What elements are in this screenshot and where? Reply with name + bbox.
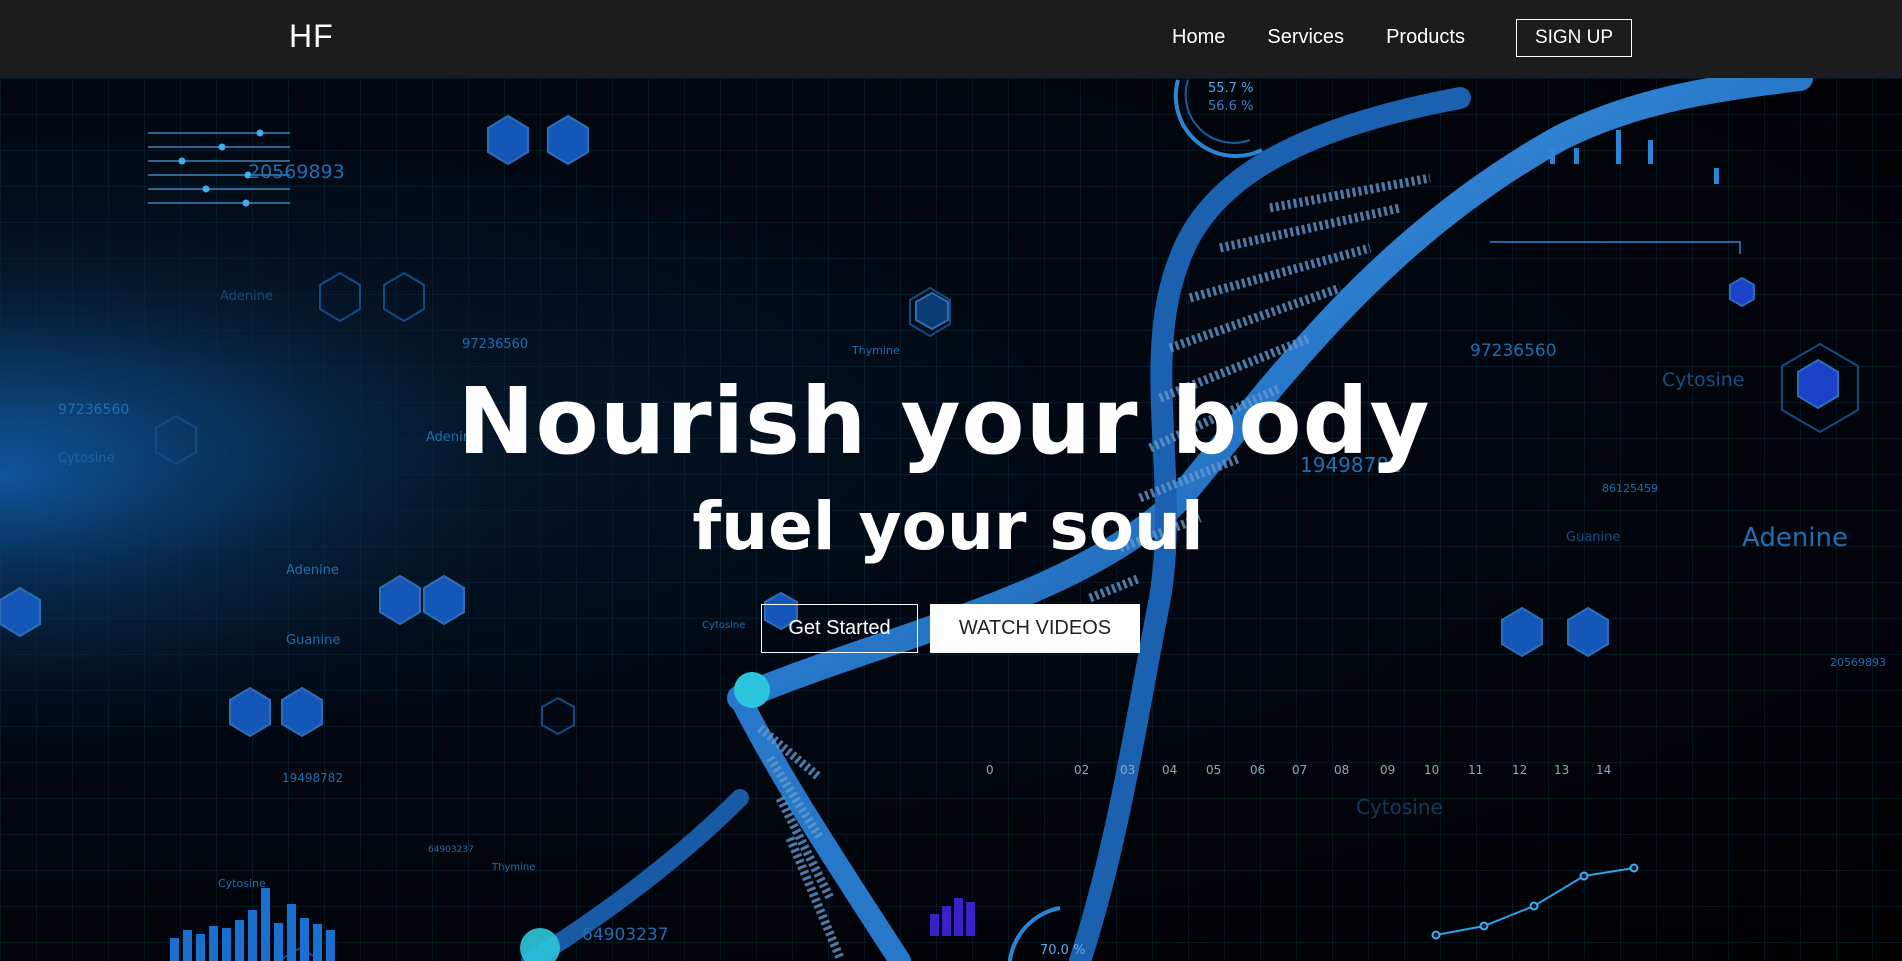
nav-link-services[interactable]: Services <box>1267 26 1344 49</box>
svg-text:10: 10 <box>1424 763 1439 777</box>
svg-text:Thymine: Thymine <box>851 344 900 357</box>
svg-text:Cytosine: Cytosine <box>702 620 745 631</box>
get-started-button[interactable]: Get Started <box>761 604 918 653</box>
svg-text:70.0 %: 70.0 % <box>1040 943 1085 958</box>
top-navbar: HF Home Services Products SIGN UP <box>0 0 1902 78</box>
svg-text:Adenine: Adenine <box>286 563 339 578</box>
svg-text:07: 07 <box>1292 763 1307 777</box>
hero-title: Nourish your body <box>457 368 1431 475</box>
svg-text:97236560: 97236560 <box>1470 341 1557 361</box>
svg-text:08: 08 <box>1334 763 1349 777</box>
svg-text:0: 0 <box>986 763 994 777</box>
svg-text:55.7 %: 55.7 % <box>1208 81 1253 96</box>
svg-text:Thymine: Thymine <box>491 862 535 873</box>
svg-text:06: 06 <box>1250 763 1265 777</box>
svg-text:02: 02 <box>1074 763 1089 777</box>
nav-link-products[interactable]: Products <box>1386 26 1465 49</box>
svg-text:Guanine: Guanine <box>286 633 340 648</box>
svg-text:97236560: 97236560 <box>462 337 528 352</box>
brand-logo[interactable]: HF <box>289 18 334 55</box>
svg-text:20569893: 20569893 <box>1830 656 1886 669</box>
hero-subtitle: fuel your soul <box>692 488 1204 565</box>
svg-text:Cytosine: Cytosine <box>1356 795 1443 819</box>
sign-up-button[interactable]: SIGN UP <box>1516 19 1632 57</box>
svg-text:14: 14 <box>1596 763 1611 777</box>
svg-text:56.6 %: 56.6 % <box>1208 99 1253 114</box>
svg-text:64903237: 64903237 <box>582 925 669 945</box>
svg-text:19498782: 19498782 <box>282 771 343 785</box>
svg-text:20569893: 20569893 <box>248 161 345 183</box>
hero-section: 20569893 97236560 97236560 97236560 1949… <box>0 78 1902 961</box>
svg-text:Adenine: Adenine <box>220 289 273 304</box>
watch-videos-button[interactable]: WATCH VIDEOS <box>930 604 1140 653</box>
svg-text:11: 11 <box>1468 763 1483 777</box>
nav-link-home[interactable]: Home <box>1172 26 1225 49</box>
svg-text:13: 13 <box>1554 763 1569 777</box>
main-nav: Home Services Products <box>1172 26 1507 49</box>
svg-text:04: 04 <box>1162 763 1177 777</box>
svg-text:12: 12 <box>1512 763 1527 777</box>
svg-text:Cytosine: Cytosine <box>218 877 266 890</box>
svg-text:09: 09 <box>1380 763 1395 777</box>
svg-text:64903237: 64903237 <box>428 845 474 855</box>
svg-text:03: 03 <box>1120 763 1135 777</box>
svg-text:05: 05 <box>1206 763 1221 777</box>
